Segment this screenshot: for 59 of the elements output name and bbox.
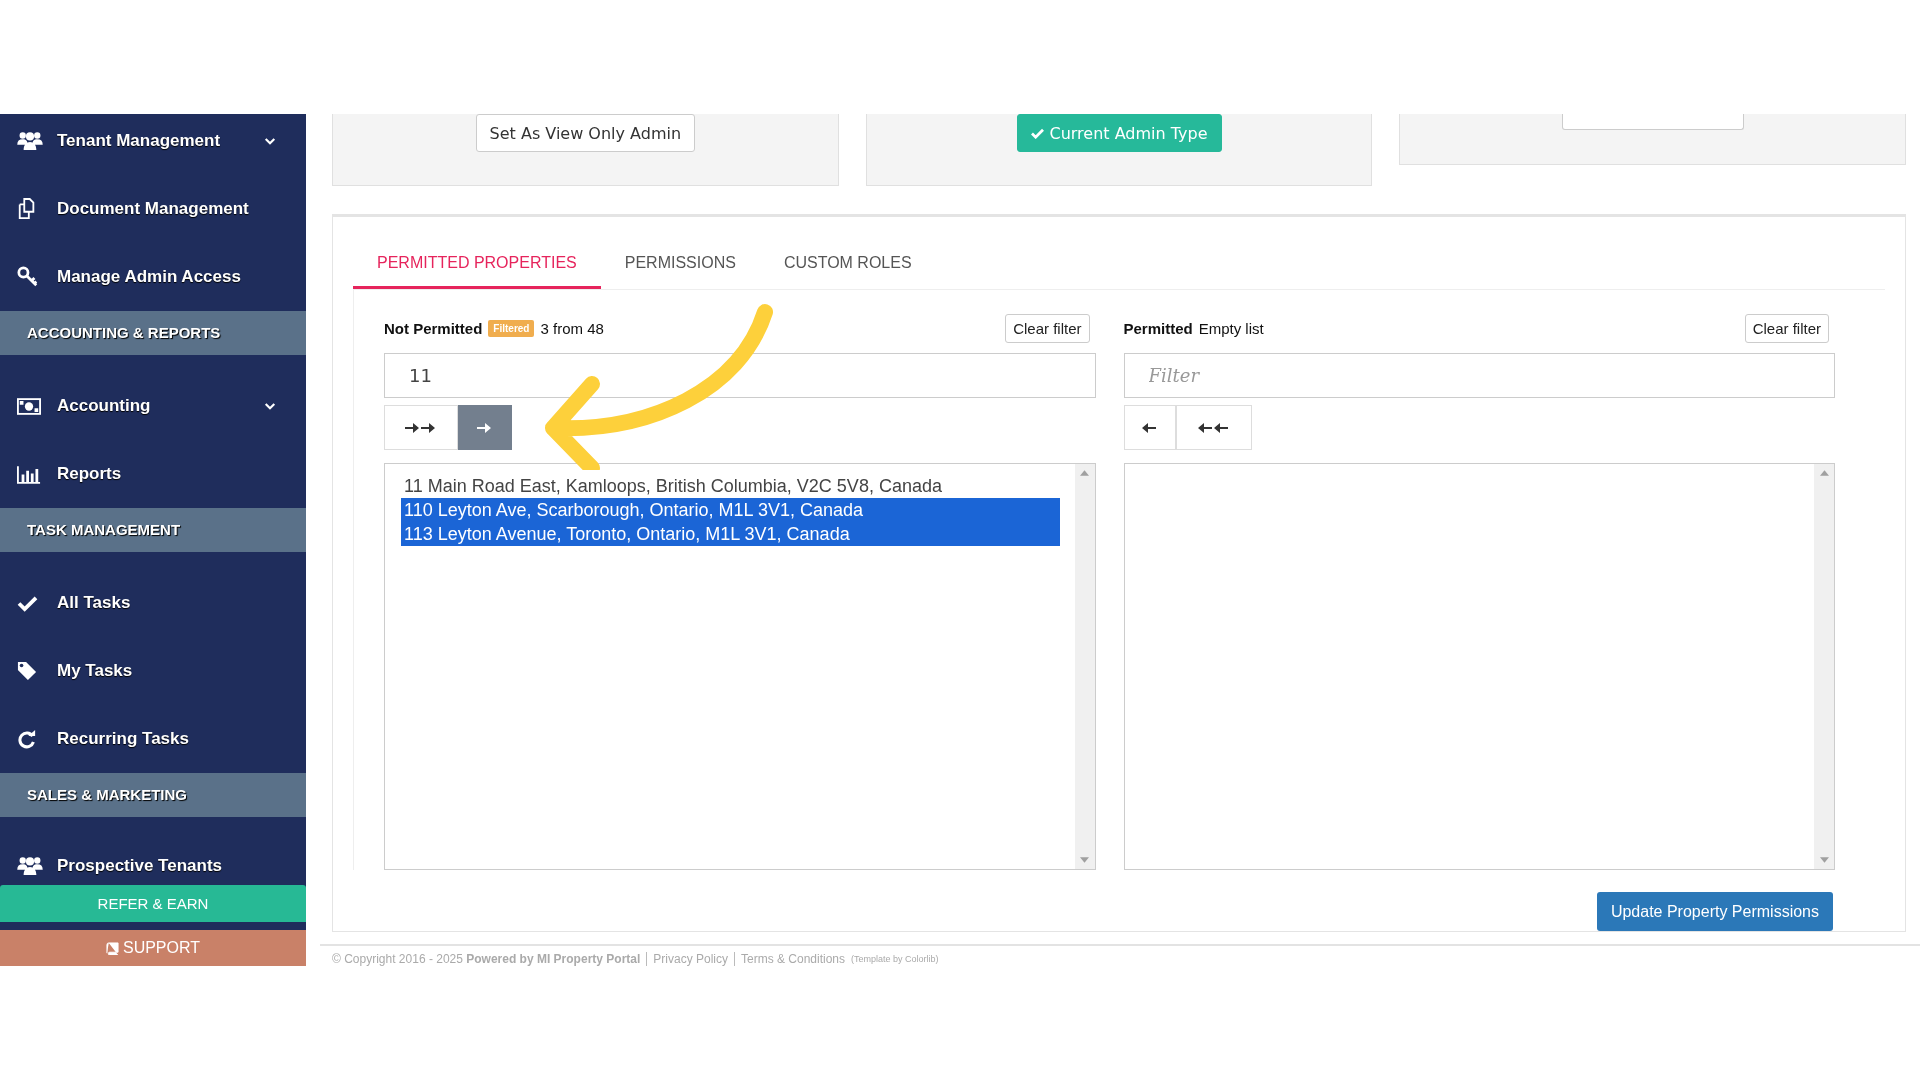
scroll-up-icon[interactable] xyxy=(1819,470,1829,476)
list-count: Empty list xyxy=(1198,319,1264,337)
right-arrow-icon xyxy=(477,421,493,434)
section-heading: TASK MANAGEMENT xyxy=(0,508,306,552)
chevron-icon xyxy=(264,136,276,146)
tag-icon xyxy=(17,661,37,681)
scroll-down-icon[interactable] xyxy=(1819,857,1829,863)
template-credit: (Template by Colorlib) xyxy=(851,954,939,964)
filter-field[interactable]: Filter xyxy=(1123,353,1835,398)
clear-filter-button[interactable]: Clear filter xyxy=(1744,313,1829,343)
list-option[interactable]: 110 Leyton Ave, Scarborough, Ontario, M1L 3V1, Canada xyxy=(401,498,1060,522)
users-icon xyxy=(17,856,43,876)
filter-field[interactable]: 11 xyxy=(384,353,1096,398)
move-all-button[interactable] xyxy=(384,405,458,450)
admin-type-button[interactable] xyxy=(1561,114,1744,130)
scroll-up-icon[interactable] xyxy=(1080,470,1089,476)
scroll-down-icon[interactable] xyxy=(1080,857,1089,863)
book-icon xyxy=(105,941,119,955)
admin-type-button[interactable]: Set As View Only Admin xyxy=(475,114,696,152)
checkmark-icon xyxy=(17,594,38,612)
tab[interactable]: PERMISSIONS xyxy=(600,248,760,289)
section-heading: ACCOUNTING & REPORTS xyxy=(0,311,306,355)
remove-selected-button[interactable] xyxy=(1123,405,1176,450)
checkmark-icon xyxy=(1030,127,1044,139)
left-arrow-icon xyxy=(1141,421,1158,434)
bar-chart-icon xyxy=(17,464,41,484)
money-icon xyxy=(17,397,41,415)
list-heading: Not Permitted xyxy=(384,319,483,337)
list-count: 3 from 48 xyxy=(540,319,604,337)
sidebar-item[interactable]: Accounting xyxy=(0,372,306,440)
sidebar-item[interactable]: Tenant Management xyxy=(0,114,306,175)
sidebar-item[interactable]: Manage Admin Access xyxy=(0,243,306,311)
key-icon xyxy=(17,266,39,288)
sidebar-item[interactable]: Document Management xyxy=(0,175,306,243)
refresh-icon xyxy=(17,729,36,749)
remove-all-button[interactable] xyxy=(1175,405,1252,450)
list-heading: Permitted xyxy=(1123,319,1193,337)
move-selected-button[interactable] xyxy=(458,405,512,450)
documents-icon xyxy=(17,198,37,220)
tab[interactable]: PERMITTED PROPERTIES xyxy=(353,248,601,289)
sidebar-item[interactable]: My Tasks xyxy=(0,637,306,705)
update-button[interactable]: Update Property Permissions xyxy=(1596,892,1833,931)
sidebar-item[interactable]: All Tasks xyxy=(0,569,306,637)
double-right-arrow-icon xyxy=(405,421,437,434)
double-left-arrow-icon xyxy=(1197,421,1230,434)
users-icon xyxy=(17,131,43,151)
sidebar-item[interactable]: Prospective Tenants xyxy=(0,834,306,884)
sidebar-item[interactable]: Reports xyxy=(0,440,306,508)
sidebar-item[interactable]: Recurring Tasks xyxy=(0,705,306,773)
scrollbar[interactable] xyxy=(1814,464,1834,869)
clear-filter-button[interactable]: Clear filter xyxy=(1005,313,1090,343)
chevron-icon xyxy=(264,401,276,411)
filtered-badge: Filtered xyxy=(488,319,535,337)
list-option[interactable]: 11 Main Road East, Kamloops, British Columbia, V2C 5V8, Canada xyxy=(401,474,1060,498)
copyright-text: © Copyright 2016 - 2025 Powered by MI Property Portal xyxy=(332,952,641,966)
scrollbar[interactable] xyxy=(1074,464,1095,869)
section-heading: SALES & MARKETING xyxy=(0,773,306,817)
tab[interactable]: CUSTOM ROLES xyxy=(759,248,936,289)
list-option[interactable]: 113 Leyton Avenue, Toronto, Ontario, M1L 3V1, Canada xyxy=(401,522,1060,546)
